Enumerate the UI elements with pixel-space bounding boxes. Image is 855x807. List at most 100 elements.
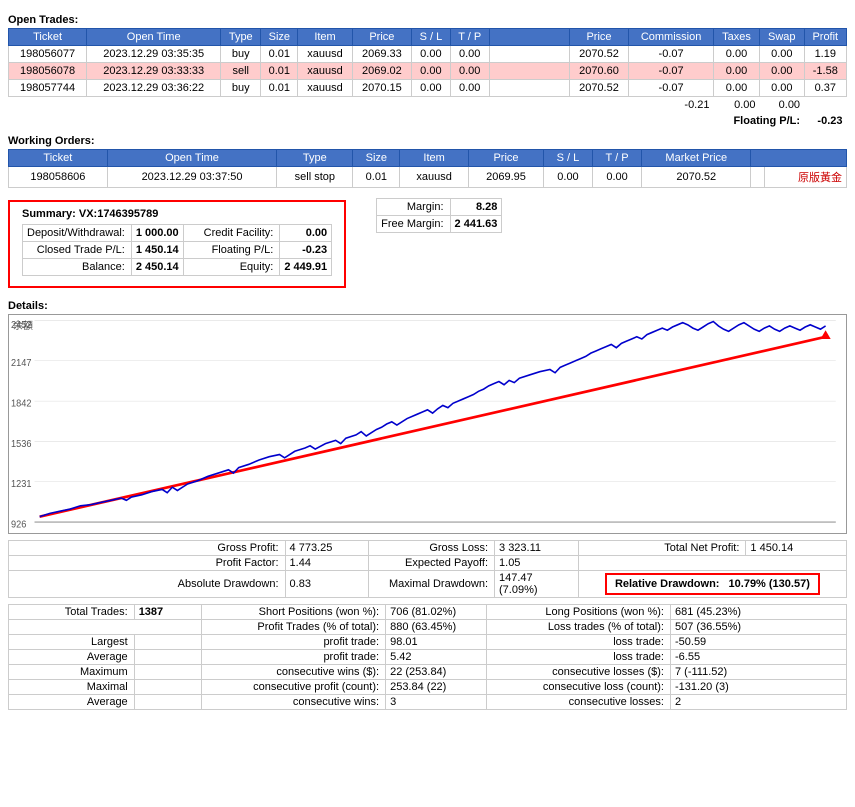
total-net-profit-label: Total Net Profit: xyxy=(578,541,746,556)
wo-col-open-time: Open Time xyxy=(107,150,277,167)
largest-label: Largest xyxy=(9,635,135,650)
table-row: 198058606 2023.12.29 03:37:50 sell stop … xyxy=(9,167,847,188)
col-ticket: Ticket xyxy=(9,29,87,46)
largest-loss-label: loss trade: xyxy=(486,635,670,650)
gross-profit-label: Gross Profit: xyxy=(9,541,286,556)
total-taxes: 0.00 xyxy=(713,97,759,114)
total-commission: -0.21 xyxy=(629,97,714,114)
cell-taxes: 0.00 xyxy=(713,63,759,80)
short-positions-value: 706 (81.02%) xyxy=(386,605,487,620)
wo-empty xyxy=(751,167,765,188)
col-sl: S / L xyxy=(412,29,451,46)
abs-drawdown-value: 0.83 xyxy=(285,571,369,598)
chart-svg: 926 1231 1536 1842 2147 2452 xyxy=(9,315,846,533)
margin-value: 8.28 xyxy=(450,199,502,216)
cell-swap: 0.00 xyxy=(760,46,805,63)
cell-taxes: 0.00 xyxy=(713,46,759,63)
cell-ticket: 198056078 xyxy=(9,63,87,80)
cell-item: xauusd xyxy=(298,46,352,63)
col-price2: Price xyxy=(569,29,628,46)
cell-sl: 0.00 xyxy=(412,46,451,63)
cell-price2: 2070.60 xyxy=(569,63,628,80)
avg-profit-label: profit trade: xyxy=(201,650,385,665)
table-row: 198056078 2023.12.29 03:33:33 sell 0.01 … xyxy=(9,63,847,80)
svg-text:1842: 1842 xyxy=(11,398,31,409)
wo-open-time: 2023.12.29 03:37:50 xyxy=(107,167,277,188)
cell-tp: 0.00 xyxy=(450,46,489,63)
equity-label: Equity: xyxy=(183,259,280,276)
cell-size: 0.01 xyxy=(261,63,298,80)
table-row: 198056077 2023.12.29 03:35:35 buy 0.01 x… xyxy=(9,46,847,63)
cell-profit: 1.19 xyxy=(804,46,846,63)
cell-sl: 0.00 xyxy=(412,63,451,80)
wo-col-market-price: Market Price xyxy=(642,150,751,167)
stats-table-1: Gross Profit: 4 773.25 Gross Loss: 3 323… xyxy=(8,540,847,598)
summary-table: Deposit/Withdrawal: 1 000.00 Credit Faci… xyxy=(22,224,332,276)
cell-open-time: 2023.12.29 03:33:33 xyxy=(87,63,221,80)
largest-profit-value: 98.01 xyxy=(386,635,487,650)
cell-taxes: 0.00 xyxy=(713,80,759,97)
cell-price: 2069.02 xyxy=(352,63,411,80)
abs-drawdown-label: Absolute Drawdown: xyxy=(9,571,286,598)
gross-loss-label: Gross Loss: xyxy=(369,541,495,556)
totals-row: -0.21 0.00 0.00 xyxy=(9,97,847,114)
wo-sl: 0.00 xyxy=(544,167,593,188)
summary-box: Summary: VX:1746395789 Deposit/Withdrawa… xyxy=(8,200,346,288)
closed-pl-label: Closed Trade P/L: xyxy=(23,242,132,259)
avg-losses-value: 2 xyxy=(670,695,846,710)
avg-loss-value: -6.55 xyxy=(670,650,846,665)
cell-item: xauusd xyxy=(298,80,352,97)
relative-drawdown-label: Relative Drawdown: xyxy=(615,578,720,590)
avg-wins-value: 3 xyxy=(386,695,487,710)
profit-trades-label: Profit Trades (% of total): xyxy=(201,620,385,635)
total-net-profit-value: 1 450.14 xyxy=(746,541,847,556)
profit-factor-label: Profit Factor: xyxy=(9,556,286,571)
deposit-value: 1 000.00 xyxy=(131,225,183,242)
floating-label: Floating P/L: xyxy=(629,113,804,129)
avg-loss-label: loss trade: xyxy=(486,650,670,665)
total-trades-value: 1387 xyxy=(134,605,201,620)
col-empty xyxy=(489,29,569,46)
details-section: Details: 余額 926 1231 1536 1842 2147 2452 xyxy=(8,300,847,710)
cell-empty xyxy=(489,80,569,97)
cell-commission: -0.07 xyxy=(629,46,714,63)
total-swap: 0.00 xyxy=(760,97,805,114)
cell-sl: 0.00 xyxy=(412,80,451,97)
margin-panel: Margin: 8.28 Free Margin: 2 441.63 xyxy=(376,198,502,237)
cell-price2: 2070.52 xyxy=(569,80,628,97)
floating-pl-label: Floating P/L: xyxy=(183,242,280,259)
cell-open-time: 2023.12.29 03:36:22 xyxy=(87,80,221,97)
wo-col-empty xyxy=(751,150,847,167)
max-drawdown-value: 147.47 (7.09%) xyxy=(495,571,579,598)
open-trades-table: Ticket Open Time Type Size Item Price S … xyxy=(8,28,847,129)
cell-price2: 2070.52 xyxy=(569,46,628,63)
wo-col-sl: S / L xyxy=(544,150,593,167)
maximal-label: Maximal xyxy=(9,680,135,695)
cell-ticket: 198057744 xyxy=(9,80,87,97)
svg-text:2147: 2147 xyxy=(11,358,31,369)
col-item: Item xyxy=(298,29,352,46)
floating-value: -0.23 xyxy=(804,113,846,129)
cell-tp: 0.00 xyxy=(450,80,489,97)
profit-factor-value: 1.44 xyxy=(285,556,369,571)
cell-swap: 0.00 xyxy=(760,80,805,97)
table-row: 198057744 2023.12.29 03:36:22 buy 0.01 x… xyxy=(9,80,847,97)
working-orders-table: Ticket Open Time Type Size Item Price S … xyxy=(8,149,847,188)
cell-open-time: 2023.12.29 03:35:35 xyxy=(87,46,221,63)
cell-profit: -1.58 xyxy=(804,63,846,80)
wo-ticket: 198058606 xyxy=(9,167,108,188)
expected-payoff-label: Expected Payoff: xyxy=(369,556,495,571)
cell-swap: 0.00 xyxy=(760,63,805,80)
col-profit: Profit xyxy=(804,29,846,46)
deposit-label: Deposit/Withdrawal: xyxy=(23,225,132,242)
cell-type: buy xyxy=(221,80,261,97)
avg-losses-label: consecutive losses: xyxy=(486,695,670,710)
wo-size: 0.01 xyxy=(353,167,400,188)
cell-commission: -0.07 xyxy=(629,63,714,80)
cell-type: sell xyxy=(221,63,261,80)
largest-loss-value: -50.59 xyxy=(670,635,846,650)
max-losses-label: consecutive losses ($): xyxy=(486,665,670,680)
col-tp: T / P xyxy=(450,29,489,46)
free-margin-label: Free Margin: xyxy=(377,216,450,233)
wo-col-item: Item xyxy=(400,150,469,167)
